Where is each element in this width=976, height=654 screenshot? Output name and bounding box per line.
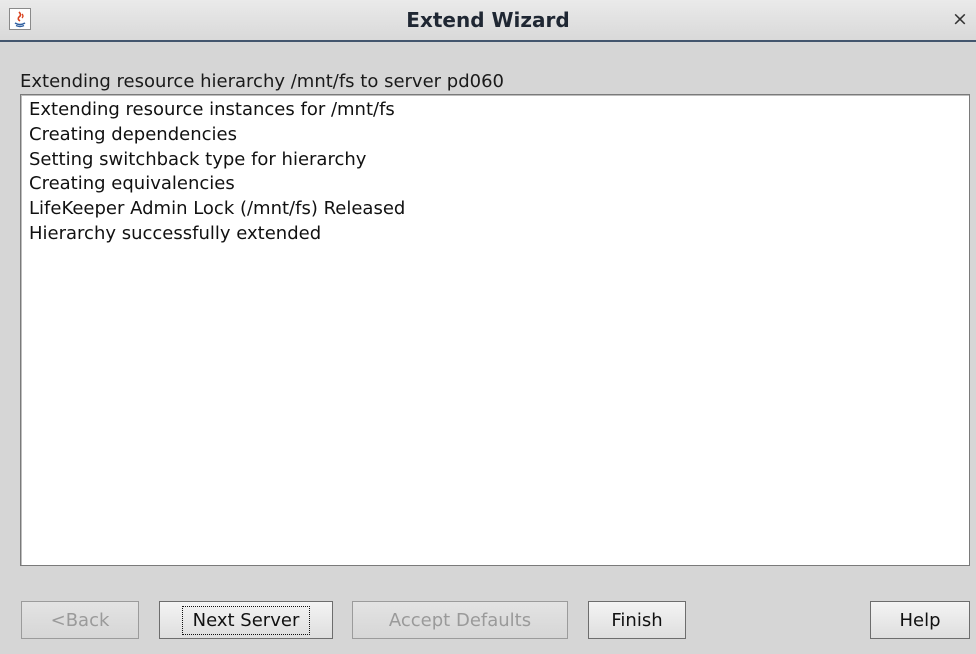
help-button[interactable]: Help [870,601,970,639]
next-server-button[interactable]: Next Server [159,601,333,639]
extend-wizard-window: Extend Wizard × Extending resource hiera… [0,0,976,654]
extend-status-heading: Extending resource hierarchy /mnt/fs to … [20,71,504,92]
finish-button[interactable]: Finish [588,601,686,639]
title-bar[interactable]: Extend Wizard × [0,0,976,42]
log-line: Creating equivalencies [29,173,235,195]
progress-log[interactable]: Extending resource instances for /mnt/fs… [20,94,970,566]
help-button-label: Help [899,609,941,631]
log-line: Creating dependencies [29,123,237,145]
finish-button-label: Finish [611,609,663,631]
accept-defaults-button[interactable]: Accept Defaults [352,601,568,639]
log-line: LifeKeeper Admin Lock (/mnt/fs) Released [29,198,406,220]
log-line: Hierarchy successfully extended [29,222,322,244]
window-title: Extend Wizard [406,8,570,32]
log-line: Extending resource instances for /mnt/fs [29,99,395,120]
next-server-button-label: Next Server [181,605,311,635]
back-button-label: <Back [50,609,110,631]
back-button[interactable]: <Back [21,601,139,639]
close-icon[interactable]: × [950,9,970,29]
log-line: Setting switchback type for hierarchy [29,148,367,170]
accept-defaults-button-label: Accept Defaults [388,609,532,631]
